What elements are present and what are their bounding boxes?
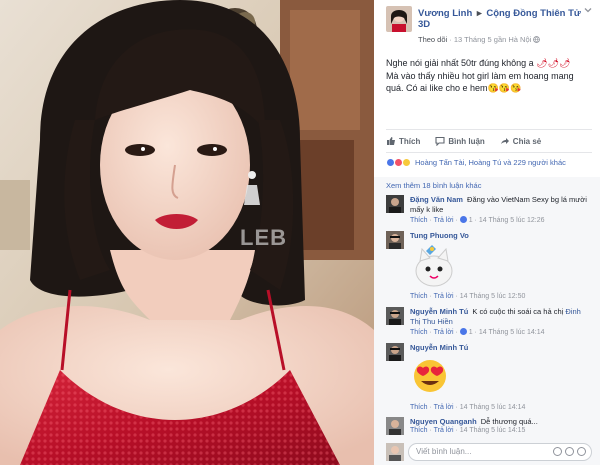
post-body: Nghe nói giải nhất 50tr đúng không a 🌶🌶🌶… [386, 57, 592, 95]
comment-reply-link[interactable]: Trả lời [434, 404, 454, 411]
comment-input[interactable]: Viết bình luận... [408, 443, 592, 461]
comment-time[interactable]: 14 Tháng 5 lúc 12:50 [460, 293, 526, 300]
comment-icon [435, 136, 445, 147]
comment-like-link[interactable]: Thích [410, 293, 428, 300]
reactions-text: Hoàng Tấn Tài, Hoàng Tú và 229 người khá… [415, 157, 566, 167]
like-button[interactable]: Thích [386, 136, 420, 146]
commenter-name[interactable]: Nguyễn Minh Tú [410, 343, 468, 352]
like-label: Thích [399, 136, 421, 146]
comment-time[interactable]: 14 Tháng 5 lúc 14:14 [479, 329, 545, 336]
comment-reply-link[interactable]: Trả lời [434, 217, 454, 224]
post-actions: Thích Bình luận Chia sẻ [386, 134, 592, 148]
post-meta: Theo dõi · 13 Tháng 5 gần Hà Nội [418, 35, 594, 44]
author-line: Vương Linh ▸ Cộng Đồng Thiên Tử 3D [418, 8, 594, 30]
comment-body: Nguyễn Minh Tú K có cuộc thi soái ca hả … [410, 307, 592, 327]
like-count-icon [459, 216, 467, 223]
share-button[interactable]: Chia sẻ [500, 136, 541, 146]
like-count: 1 [468, 217, 473, 224]
commenter-name[interactable]: Nguyễn Minh Tú [410, 307, 468, 316]
commenter-avatar[interactable] [386, 417, 404, 435]
commenter-avatar[interactable] [386, 195, 404, 213]
comment-like-link[interactable]: Thích [410, 427, 428, 434]
comment-time[interactable]: 14 Tháng 5 lúc 14:14 [460, 404, 526, 411]
reactions-summary[interactable]: Hoàng Tấn Tài, Hoàng Tú và 229 người khá… [386, 156, 592, 168]
comment-time[interactable]: 14 Tháng 5 lúc 14:15 [460, 427, 526, 434]
pepper-emoji: 🌶🌶🌶 [536, 58, 571, 68]
commenter-name[interactable]: Đặng Văn Nam [410, 195, 463, 204]
divider [386, 129, 592, 130]
comment-body: Đặng Văn Nam Đăng vào VietNam Sexy bg lá… [410, 195, 592, 215]
meta-separator: · [449, 35, 452, 44]
share-icon [500, 136, 510, 146]
follow-link[interactable]: Theo dõi [418, 35, 447, 44]
haha-reaction-icon [402, 157, 411, 167]
post-time[interactable]: 13 Tháng 5 gần Hà Nội [454, 35, 531, 44]
comment-text: Dễ thương quá... [480, 417, 538, 426]
commenter-avatar[interactable] [386, 307, 404, 325]
comment-composer: Viết bình luận... [386, 442, 592, 462]
author-name[interactable]: Vương Linh [418, 8, 472, 19]
composer-icons [553, 447, 586, 456]
kiss-emoji: 😘😘😘 [487, 83, 522, 93]
post-text-line2: Mà vào thấy nhiều hot girl làm em hoang … [386, 70, 574, 94]
share-arrow-icon: ▸ [476, 8, 482, 19]
post-text-line1: Nghe nói giải nhất 50tr đúng không a [386, 58, 534, 68]
commenter-name[interactable]: Tung Phuong Vo [410, 231, 469, 240]
heart-eyes-emoji [410, 358, 450, 396]
author-avatar[interactable] [386, 6, 412, 32]
divider [386, 152, 592, 153]
comment-body: Tung Phuong Vo [410, 231, 592, 241]
emoji-icon[interactable] [553, 447, 562, 456]
camera-icon[interactable] [565, 447, 574, 456]
comment-text: K có cuộc thi soái ca hả chị [472, 307, 564, 316]
commenter-avatar[interactable] [386, 343, 404, 361]
view-more-comments-link[interactable]: Xem thêm 18 bình luận khác [386, 181, 481, 190]
my-avatar [386, 443, 404, 461]
gif-icon[interactable] [577, 447, 586, 456]
commenter-avatar[interactable] [386, 231, 404, 249]
comment-reply-link[interactable]: Trả lời [434, 329, 454, 336]
post-options-chevron-icon[interactable] [582, 5, 594, 17]
comment-body: Nguyễn Minh Tú [410, 343, 592, 353]
comment-like-link[interactable]: Thích [410, 217, 428, 224]
comment-footer: Thích · Trả lời · 14 Tháng 5 lúc 12:50 [410, 293, 526, 300]
comment-footer: Thích · Trả lời · 1 · 14 Tháng 5 lúc 12:… [410, 216, 545, 224]
portrait-photo [0, 0, 374, 465]
comment-footer: Thích · Trả lời · 1 · 14 Tháng 5 lúc 14:… [410, 328, 545, 336]
comment-reply-link[interactable]: Trả lời [434, 427, 454, 434]
post-photo[interactable]: LEB [0, 0, 374, 465]
comment-footer: Thích · Trả lời · 14 Tháng 5 lúc 14:14 [410, 404, 526, 411]
photo-watermark: LEB [240, 225, 287, 250]
thumbs-up-icon [386, 136, 396, 146]
post-panel: Vương Linh ▸ Cộng Đồng Thiên Tử 3D Theo … [374, 0, 600, 465]
like-count-icon [459, 328, 467, 335]
commenter-name[interactable]: Nguyen Quanganh [410, 417, 477, 426]
comment-reply-link[interactable]: Trả lời [434, 293, 454, 300]
comment-placeholder: Viết bình luận... [416, 447, 472, 456]
comment-like-link[interactable]: Thích [410, 329, 428, 336]
globe-icon [533, 35, 541, 44]
comment-time[interactable]: 14 Tháng 5 lúc 12:26 [479, 217, 545, 224]
comment-like-link[interactable]: Thích [410, 404, 428, 411]
share-label: Chia sẻ [512, 136, 542, 146]
comment-footer: Thích · Trả lời · 14 Tháng 5 lúc 14:15 [410, 427, 526, 434]
comment-body: Nguyen Quanganh Dễ thương quá... [410, 417, 592, 427]
cat-sticker [410, 243, 458, 291]
comment-button[interactable]: Bình luận [435, 136, 485, 147]
like-count: 1 [468, 329, 473, 336]
comment-label: Bình luận [448, 136, 485, 146]
